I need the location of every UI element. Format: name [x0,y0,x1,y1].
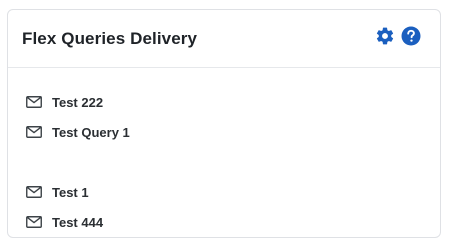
envelope-icon [26,216,43,229]
list-item[interactable]: Test 222 [26,92,103,112]
envelope-icon [26,186,43,199]
help-button[interactable] [400,26,421,51]
envelope-icon [26,96,43,109]
list-item-label: Test 444 [52,214,104,230]
list-item[interactable]: Test 1 [26,182,89,202]
gear-icon [375,26,395,51]
flex-queries-delivery-panel: Flex Queries Delivery Test 222 Test Quer… [7,9,441,238]
list-item-label: Test 222 [52,94,104,110]
list-item[interactable]: Test 444 [26,212,103,232]
list-item-label: Test 1 [52,184,89,200]
envelope-icon [26,126,43,139]
panel-header: Flex Queries Delivery [8,10,440,68]
list-item-label: Test Query 1 [52,124,130,140]
header-actions [374,26,421,51]
settings-button[interactable] [374,26,395,51]
question-circle-icon [401,26,421,51]
panel-title: Flex Queries Delivery [22,28,198,48]
list-item[interactable]: Test Query 1 [26,122,130,142]
